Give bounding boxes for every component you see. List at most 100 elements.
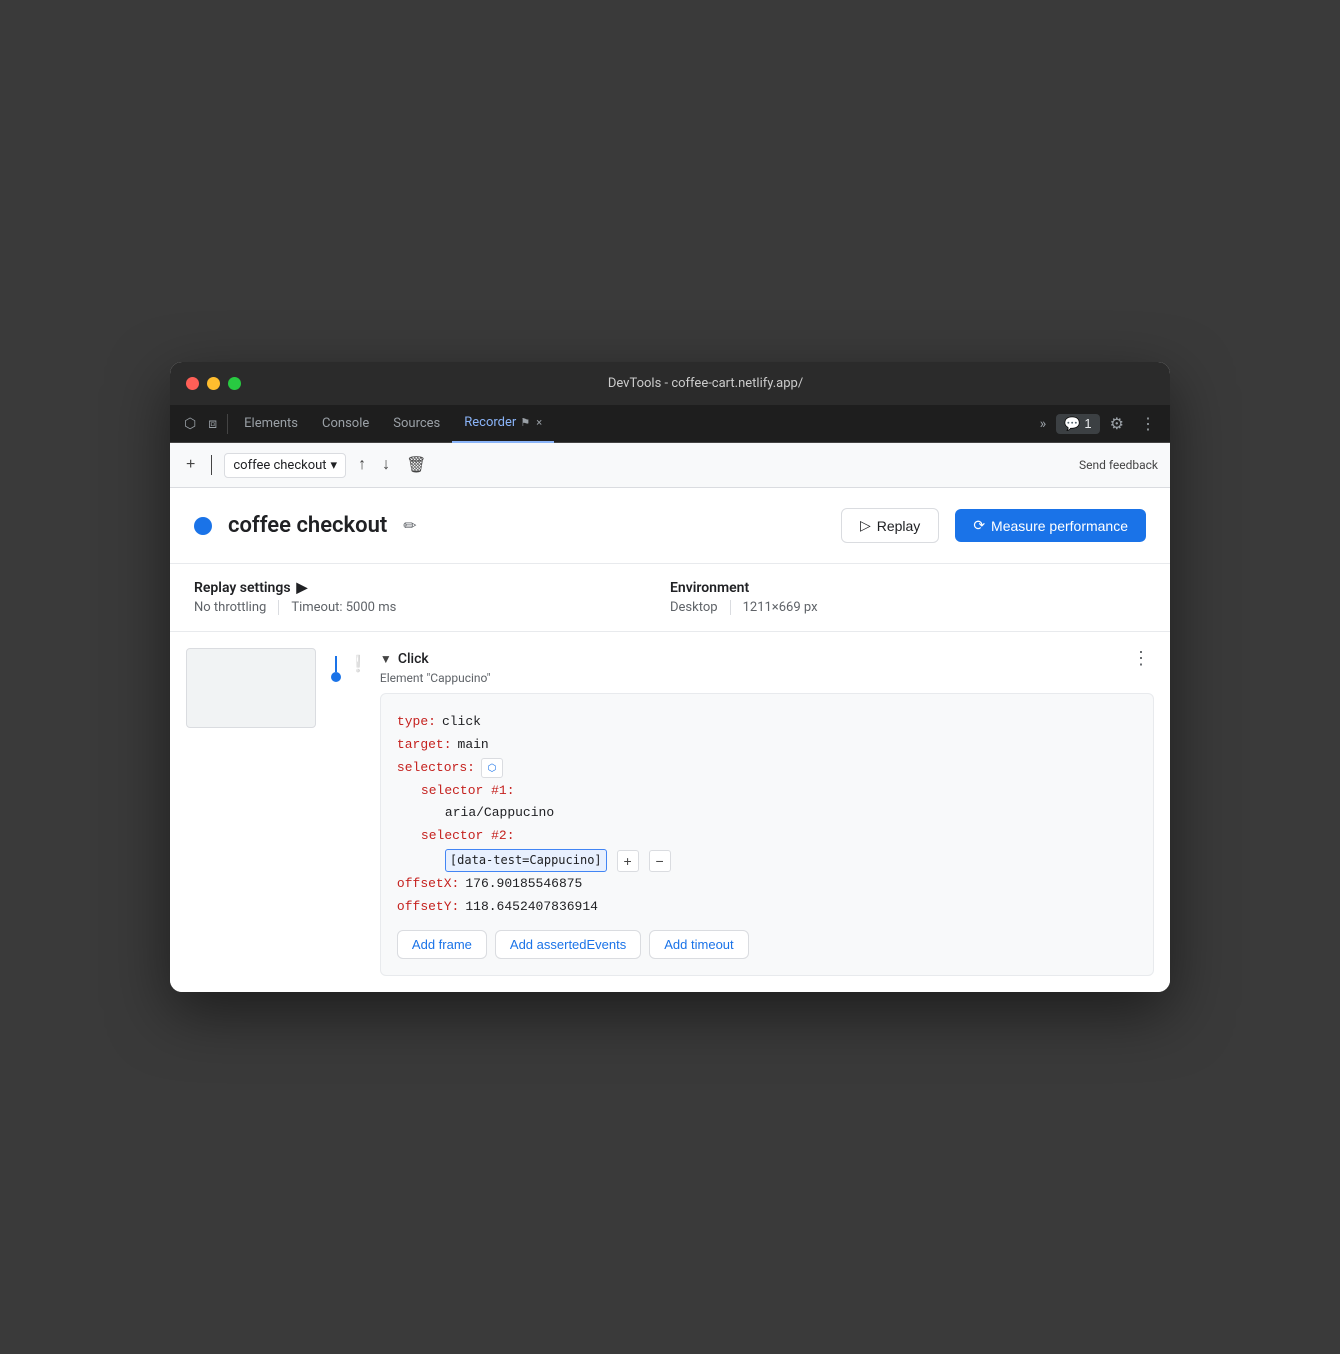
tab-close-icon[interactable]: × [536, 416, 542, 429]
step-type-label: Click [398, 651, 429, 667]
recording-dropdown[interactable]: coffee checkout ▾ [224, 453, 346, 478]
recorder-flag-icon: ⚑ [520, 416, 530, 429]
send-feedback-link[interactable]: Send feedback [1079, 458, 1158, 472]
environment-sub: Desktop 1211×669 px [670, 600, 1146, 615]
export-button[interactable]: ↑ [354, 452, 370, 478]
maximize-button[interactable] [228, 377, 241, 390]
badge-count: 1 [1084, 416, 1091, 431]
step-thumbnail [186, 648, 316, 728]
import-button[interactable]: ↓ [378, 452, 394, 478]
code-line-selectors: selectors: ⬡ [397, 758, 1137, 779]
step-expand-icon[interactable]: ▼ [380, 652, 392, 666]
tab-recorder[interactable]: Recorder ⚑ × [452, 405, 554, 443]
add-asserted-events-button[interactable]: Add assertedEvents [495, 930, 641, 959]
recording-header: coffee checkout ✏ ▷ Replay ⟳ Measure per… [170, 488, 1170, 564]
replay-settings-left: Replay settings ▶ No throttling Timeout:… [194, 580, 670, 615]
steps-area: ❕ ▼ Click ⋮ Element "Cappucino" type: [170, 632, 1170, 992]
code-val-type: click [442, 712, 481, 733]
code-line-offsetY: offsetY: 118.6452407836914 [397, 897, 1137, 918]
step-indicator-dot [331, 672, 341, 682]
code-val-selector1: aria/Cappucino [445, 803, 554, 824]
environment-title: Environment [670, 580, 1146, 596]
minimize-button[interactable] [207, 377, 220, 390]
selector2-remove-button[interactable]: − [649, 850, 671, 872]
title-bar: DevTools - coffee-cart.netlify.app/ [170, 362, 1170, 405]
add-timeout-button[interactable]: Add timeout [649, 930, 748, 959]
code-line-selector2: selector #2: [421, 826, 1137, 847]
env-size: 1211×669 px [743, 600, 830, 615]
environment-section: Environment Desktop 1211×669 px [670, 580, 1146, 615]
code-key-type: type: [397, 712, 436, 733]
tab-separator [227, 414, 228, 434]
recording-name: coffee checkout [233, 458, 326, 473]
code-block: type: click target: main selectors: ⬡ [380, 693, 1154, 976]
step-more-button[interactable]: ⋮ [1128, 648, 1154, 669]
selector2-highlight: [data-test=Cappucino] [445, 849, 607, 872]
more-tabs-icon[interactable]: » [1034, 416, 1053, 432]
replay-settings-sub: No throttling Timeout: 5000 ms [194, 600, 670, 615]
chevron-down-icon: ▾ [331, 458, 338, 473]
recording-title: coffee checkout [228, 513, 387, 538]
code-line-offsetX: offsetX: 176.90185546875 [397, 874, 1137, 895]
code-line-selector2-val: [data-test=Cappucino] + − [445, 849, 1137, 872]
code-key-selectors: selectors: [397, 758, 475, 779]
window-title: DevTools - coffee-cart.netlify.app/ [257, 376, 1154, 391]
chevron-right-icon: ▶ [297, 580, 308, 596]
traffic-lights [186, 377, 241, 390]
add-frame-button[interactable]: Add frame [397, 930, 487, 959]
code-val-offsetY: 118.6452407836914 [465, 897, 598, 918]
table-row: ❕ ▼ Click ⋮ Element "Cappucino" type: [170, 640, 1170, 984]
code-val-offsetX: 176.90185546875 [465, 874, 582, 895]
code-key-selector1: selector #1: [421, 781, 515, 802]
chat-icon: 💬 [1064, 416, 1080, 432]
recording-status-dot [194, 517, 212, 535]
replay-settings-title[interactable]: Replay settings ▶ [194, 580, 670, 596]
recorder-toolbar: + coffee checkout ▾ ↑ ↓ 🗑 Send feedback [170, 443, 1170, 488]
tab-sources[interactable]: Sources [381, 405, 452, 443]
add-recording-button[interactable]: + [182, 452, 199, 478]
code-val-target: main [458, 735, 489, 756]
code-line-target: target: main [397, 735, 1137, 756]
more-options-button[interactable]: ⋮ [1134, 410, 1162, 438]
code-key-offsetX: offsetX: [397, 874, 459, 895]
code-line-selector1-val: aria/Cappucino [445, 803, 1137, 824]
measure-label: Measure performance [991, 518, 1128, 534]
cursor-icon[interactable]: ⬡ [178, 416, 202, 432]
close-button[interactable] [186, 377, 199, 390]
throttling-value: No throttling [194, 600, 279, 615]
selector2-add-button[interactable]: + [617, 850, 639, 872]
toolbar-separator [211, 455, 212, 475]
edit-title-icon[interactable]: ✏ [403, 516, 416, 535]
step-warning-icon: ❕ [348, 654, 368, 673]
env-type: Desktop [670, 600, 731, 615]
replay-button[interactable]: ▷ Replay [841, 508, 939, 543]
mobile-icon[interactable]: ⧈ [202, 416, 223, 432]
replay-play-icon: ▷ [860, 517, 871, 534]
action-buttons: Add frame Add assertedEvents Add timeout [397, 930, 1137, 959]
tab-elements[interactable]: Elements [232, 405, 310, 443]
devtools-tab-bar: ⬡ ⧈ Elements Console Sources Recorder ⚑ … [170, 405, 1170, 443]
devtools-right-controls: » 💬 1 ⚙ ⋮ [1034, 410, 1162, 438]
timeout-value: Timeout: 5000 ms [291, 600, 396, 615]
step-header: ▼ Click ⋮ [380, 648, 1154, 669]
devtools-window: DevTools - coffee-cart.netlify.app/ ⬡ ⧈ … [170, 362, 1170, 992]
selector-inspect-button[interactable]: ⬡ [481, 758, 503, 778]
measure-icon: ⟳ [973, 517, 985, 534]
code-key-selector2: selector #2: [421, 826, 515, 847]
code-line-selector1: selector #1: [421, 781, 1137, 802]
settings-gear-button[interactable]: ⚙ [1104, 410, 1130, 438]
settings-section: Replay settings ▶ No throttling Timeout:… [170, 564, 1170, 632]
measure-performance-button[interactable]: ⟳ Measure performance [955, 509, 1146, 542]
main-area: coffee checkout ✏ ▷ Replay ⟳ Measure per… [170, 488, 1170, 992]
connector-line [335, 656, 337, 672]
delete-recording-button[interactable]: 🗑 [402, 451, 430, 479]
code-key-offsetY: offsetY: [397, 897, 459, 918]
tab-console[interactable]: Console [310, 405, 381, 443]
replay-label: Replay [877, 518, 921, 534]
step-connector [324, 656, 348, 682]
step-description: Element "Cappucino" [380, 671, 1154, 685]
chat-badge-button[interactable]: 💬 1 [1056, 414, 1099, 434]
code-key-target: target: [397, 735, 452, 756]
step-content: ▼ Click ⋮ Element "Cappucino" type: clic… [372, 648, 1154, 976]
code-line-type: type: click [397, 712, 1137, 733]
